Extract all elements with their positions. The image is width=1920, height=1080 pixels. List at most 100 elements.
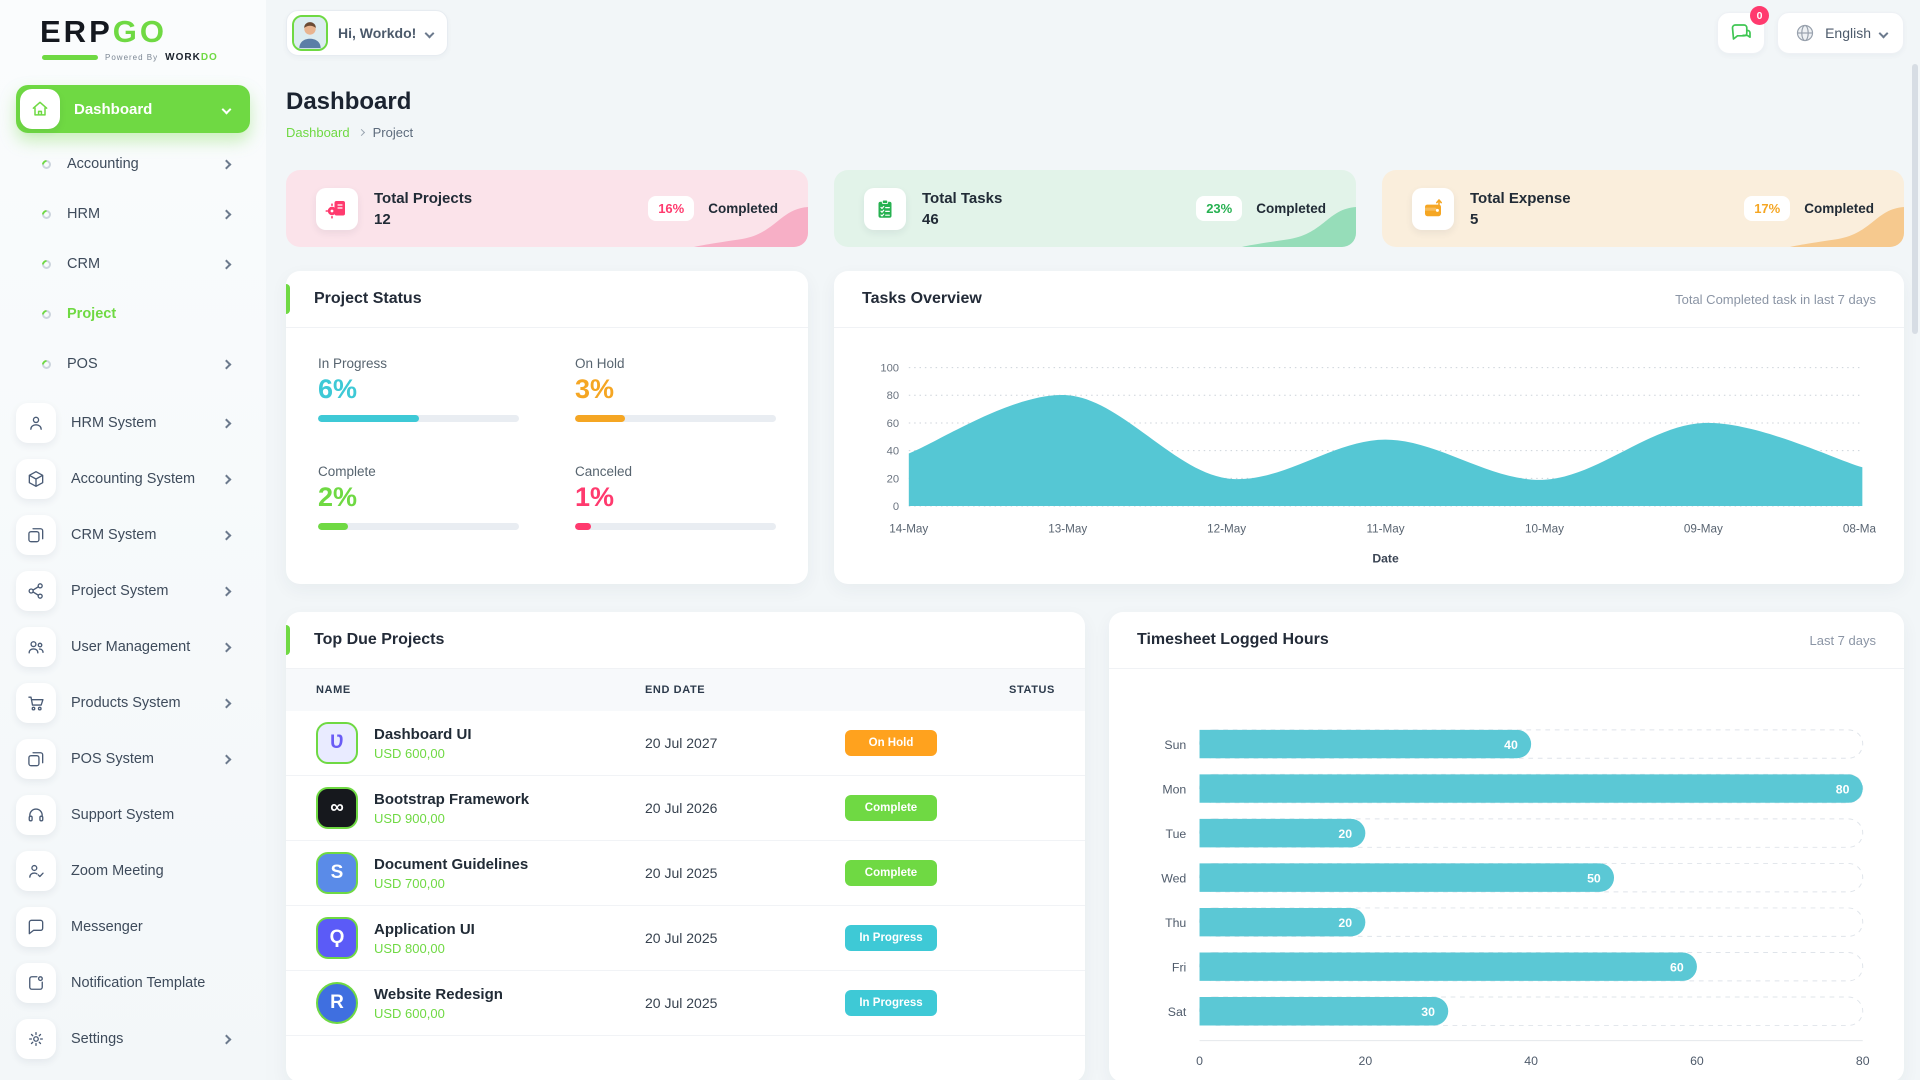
sidebar-item-crm[interactable]: CRM [42, 239, 230, 289]
breadcrumb-dashboard-link[interactable]: Dashboard [286, 125, 350, 140]
project-logo: ∞ [316, 787, 358, 829]
project-price: USD 600,00 [374, 1006, 503, 1021]
svg-text:11-May: 11-May [1367, 522, 1405, 535]
greeting-label: Hi, Workdo! [338, 25, 416, 41]
breadcrumb: Dashboard Project [286, 125, 1904, 140]
sidebar-item-pos-system[interactable]: POS System [16, 731, 230, 787]
chevron-right-icon [222, 530, 232, 540]
sidebar-item-zoom-meeting[interactable]: Zoom Meeting [16, 843, 230, 899]
card-subtitle: Total Completed task in last 7 days [1675, 292, 1876, 307]
table-row[interactable]: S Document GuidelinesUSD 700,00 20 Jul 2… [286, 841, 1085, 906]
percent-badge: 16% [648, 196, 694, 221]
project-price: USD 800,00 [374, 941, 475, 956]
tasks-icon [864, 188, 906, 230]
progress-track [575, 523, 776, 530]
sidebar-item-hrm-system[interactable]: HRM System [16, 395, 230, 451]
sidebar-item-dashboard[interactable]: Dashboard [16, 85, 250, 133]
tasks-overview-area-chart[interactable]: 02040608010014-May13-May12-May11-May10-M… [834, 342, 1904, 589]
svg-text:10-May: 10-May [1525, 522, 1564, 535]
status-canceled: Canceled 1% [575, 464, 776, 530]
svg-text:Thu: Thu [1165, 916, 1186, 930]
sidebar-nav: Dashboard Accounting HRM CRM [0, 85, 266, 1067]
sidebar-item-accounting[interactable]: Accounting [42, 139, 230, 189]
svg-text:14-May: 14-May [889, 522, 928, 535]
donut-bullet-icon [40, 158, 53, 171]
table-row[interactable]: Ʋ Dashboard UIUSD 600,00 20 Jul 2027 On … [286, 711, 1085, 776]
svg-text:20: 20 [1338, 827, 1352, 841]
sidebar-item-pos[interactable]: POS [42, 339, 230, 389]
sidebar-item-accounting-system[interactable]: Accounting System [16, 451, 230, 507]
total-tasks-card: Total Tasks 46 23% Completed [834, 170, 1356, 247]
sidebar-item-settings[interactable]: Settings [16, 1011, 230, 1067]
share-nodes-icon [16, 571, 56, 611]
svg-text:100: 100 [880, 362, 899, 374]
total-projects-card: Total Projects 12 16% Completed [286, 170, 808, 247]
table-row[interactable]: ∞ Bootstrap FrameworkUSD 900,00 20 Jul 2… [286, 776, 1085, 841]
overlap-squares-icon [16, 739, 56, 779]
sidebar-item-project-system[interactable]: Project System [16, 563, 230, 619]
logo-underline [42, 55, 98, 60]
language-selector[interactable]: English [1777, 12, 1904, 54]
chevron-right-icon [222, 259, 232, 269]
project-logo: Ϙ [316, 917, 358, 959]
project-logo: Ʋ [316, 722, 358, 764]
profile-menu-button[interactable]: Hi, Workdo! [286, 10, 448, 56]
sidebar: ERPGO Powered By WORKDO Dashboard Accoun… [0, 0, 266, 1080]
project-price: USD 900,00 [374, 811, 529, 826]
card-title: Timesheet Logged Hours [1137, 631, 1329, 649]
table-row[interactable]: Ϙ Application UIUSD 800,00 20 Jul 2025 I… [286, 906, 1085, 971]
donut-bullet-icon [40, 208, 53, 221]
sidebar-item-crm-system[interactable]: CRM System [16, 507, 230, 563]
chevron-right-icon [222, 698, 232, 708]
end-date: 20 Jul 2025 [645, 865, 845, 881]
sidebar-item-user-management[interactable]: User Management [16, 619, 230, 675]
status-badge: In Progress [845, 925, 937, 951]
end-date: 20 Jul 2025 [645, 995, 845, 1011]
top-due-projects-card: Top Due Projects NAME END DATE STATUS Ʋ … [286, 612, 1085, 1080]
chat-icon [16, 907, 56, 947]
headset-icon [16, 795, 56, 835]
progress-track [318, 523, 519, 530]
card-title: Project Status [314, 290, 422, 308]
timesheet-card: Timesheet Logged Hours Last 7 days 40Sun… [1109, 612, 1904, 1080]
cube-icon [16, 459, 56, 499]
sidebar-item-messenger[interactable]: Messenger [16, 899, 230, 955]
chevron-down-icon [425, 28, 435, 38]
status-complete: Complete 2% [318, 464, 519, 530]
home-icon [20, 89, 60, 129]
end-date: 20 Jul 2027 [645, 735, 845, 751]
progress-fill [318, 415, 419, 422]
person-icon [16, 403, 56, 443]
chat-notification-icon [1729, 21, 1753, 45]
brand-logo[interactable]: ERPGO Powered By WORKDO [0, 0, 266, 63]
language-label: English [1825, 25, 1871, 41]
chevron-down-icon [1879, 28, 1889, 38]
notifications-button[interactable]: 0 [1717, 12, 1765, 54]
timesheet-bar-chart[interactable]: 40Sun80Mon20Tue50Wed20Thu60Fri30Sat02040… [1109, 699, 1904, 1080]
svg-text:40: 40 [887, 446, 899, 458]
end-date: 20 Jul 2025 [645, 930, 845, 946]
card-title: Top Due Projects [314, 631, 444, 649]
status-in-progress: In Progress 6% [318, 356, 519, 422]
chevron-down-icon [222, 104, 232, 114]
sidebar-item-project[interactable]: Project [42, 289, 230, 339]
table-row[interactable]: R Website RedesignUSD 600,00 20 Jul 2025… [286, 971, 1085, 1036]
gear-icon [16, 1019, 56, 1059]
sidebar-item-notification-template[interactable]: Notification Template [16, 955, 230, 1011]
svg-text:Tue: Tue [1166, 827, 1187, 841]
sidebar-item-support-system[interactable]: Support System [16, 787, 230, 843]
page-title: Dashboard [286, 88, 1904, 116]
svg-text:80: 80 [1836, 782, 1850, 796]
svg-text:0: 0 [1196, 1054, 1203, 1068]
sidebar-item-hrm[interactable]: HRM [42, 189, 230, 239]
svg-text:20: 20 [1358, 1054, 1372, 1068]
svg-text:09-May: 09-May [1684, 522, 1723, 535]
chevron-right-icon [222, 359, 232, 369]
stat-value: 12 [374, 211, 472, 228]
sidebar-item-products-system[interactable]: Products System [16, 675, 230, 731]
window-scrollbar[interactable] [1912, 64, 1918, 334]
project-price: USD 700,00 [374, 876, 528, 891]
svg-text:Date: Date [1372, 552, 1399, 566]
svg-text:Fri: Fri [1172, 960, 1186, 974]
status-on-hold: On Hold 3% [575, 356, 776, 422]
